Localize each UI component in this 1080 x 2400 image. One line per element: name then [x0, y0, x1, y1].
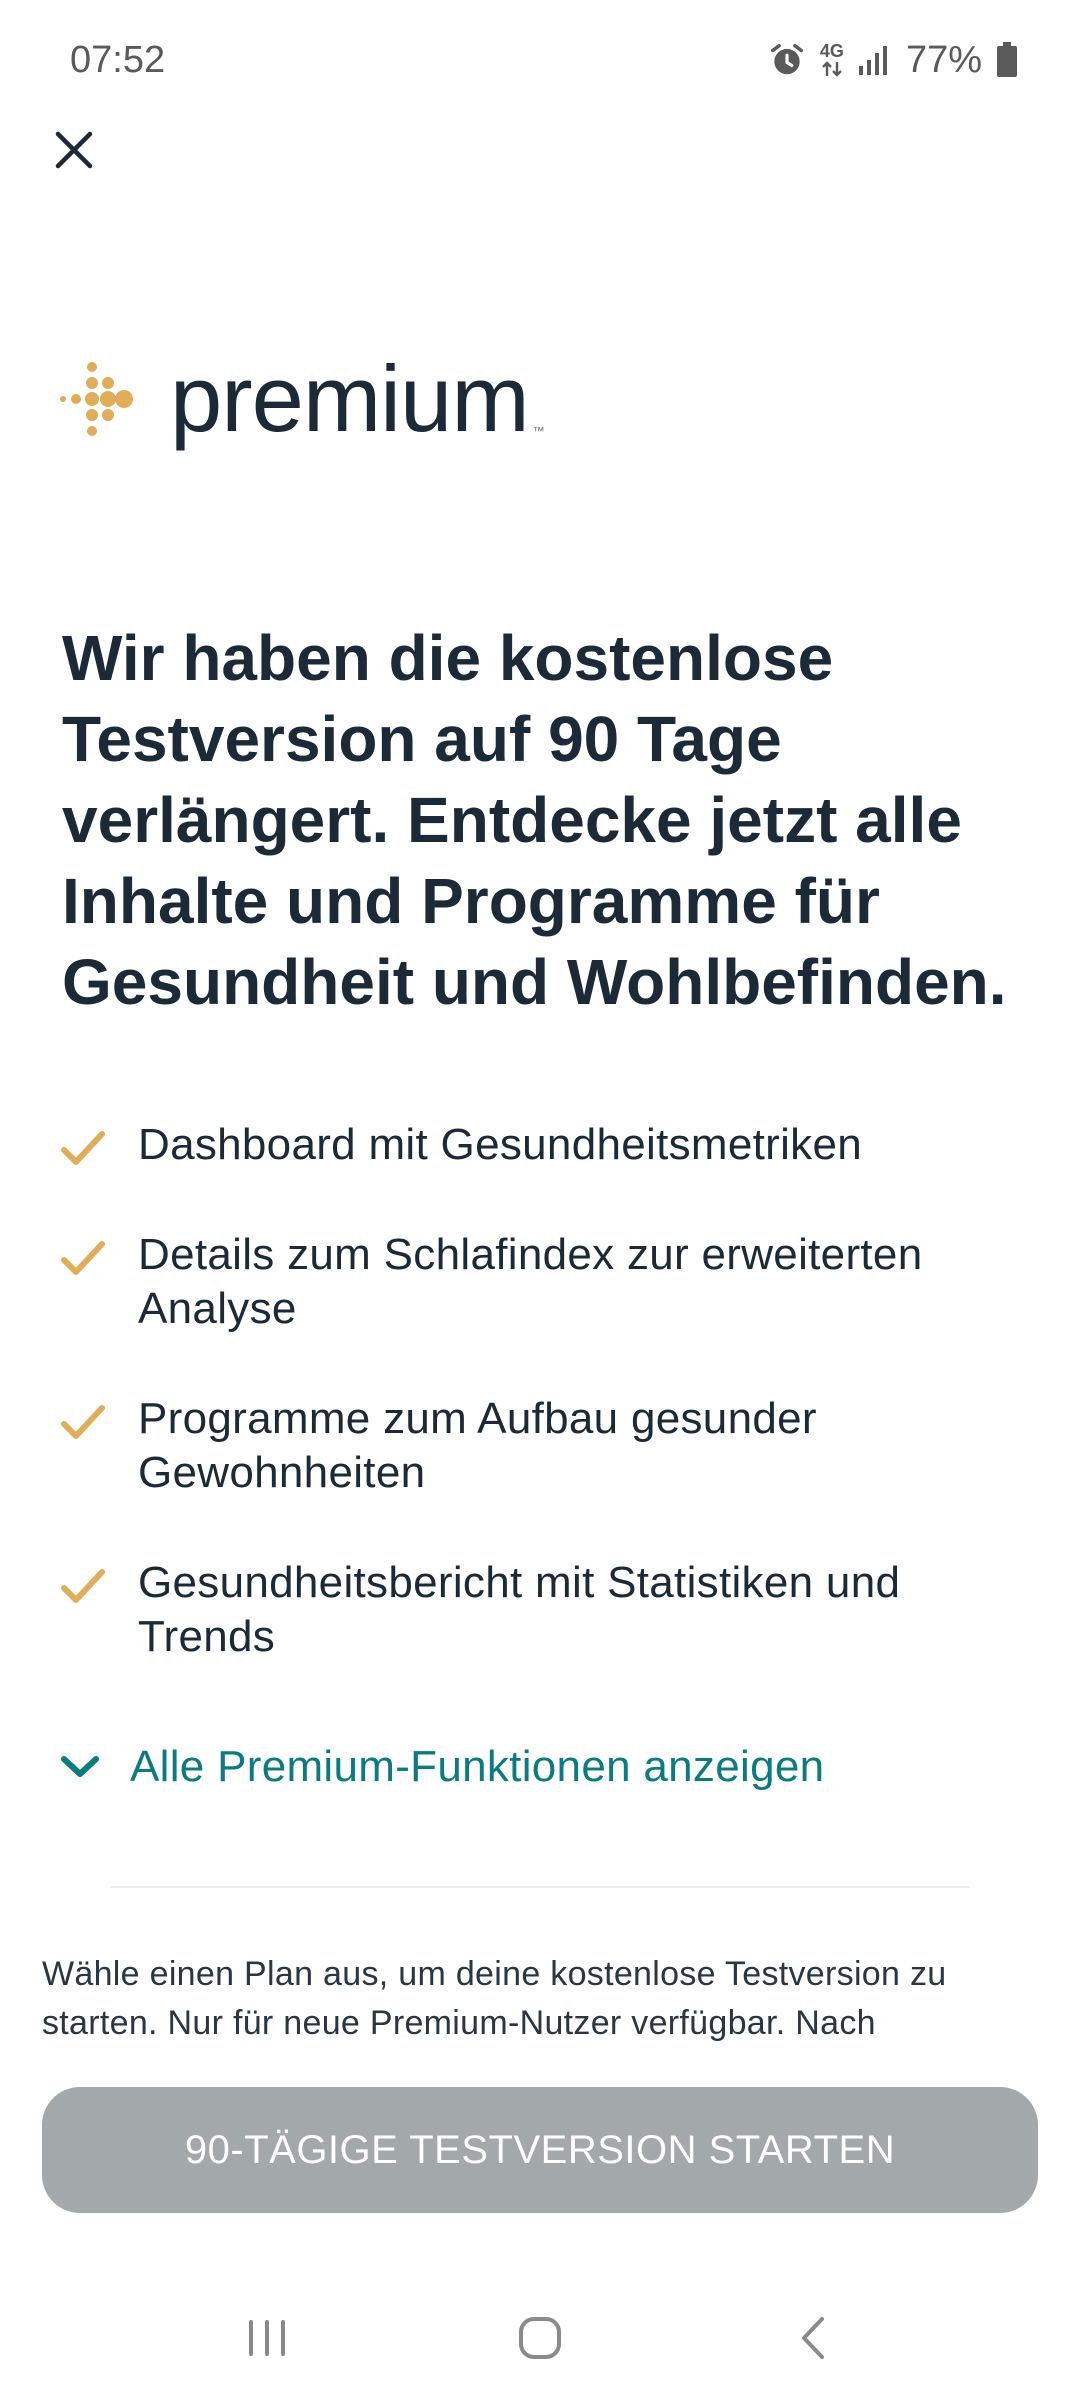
logo-wordmark: premium — [170, 346, 530, 451]
signal-icon — [858, 44, 892, 76]
start-trial-button[interactable]: 90-TÄGIGE TESTVERSION STARTEN — [42, 2087, 1038, 2213]
battery-percent: 77% — [905, 38, 982, 81]
close-button[interactable] — [44, 120, 104, 180]
check-icon — [61, 1241, 105, 1275]
feature-text: Details zum Schlafindex zur erweiterten … — [138, 1230, 923, 1333]
system-nav-bar — [0, 2276, 1080, 2400]
status-time: 07:52 — [70, 38, 166, 81]
recent-apps-button[interactable] — [222, 2293, 312, 2383]
close-icon — [55, 131, 93, 169]
home-button[interactable] — [495, 2293, 585, 2383]
feature-list: Dashboard mit Gesundheitsmetriken Detail… — [60, 1118, 1020, 1720]
home-icon — [518, 2317, 561, 2359]
status-icons: 4G 77% — [768, 39, 1018, 82]
premium-logo: premium ™ — [60, 352, 545, 446]
check-icon — [61, 1569, 105, 1603]
feature-item: Details zum Schlafindex zur erweiterten … — [60, 1228, 1020, 1336]
check-icon — [61, 1131, 105, 1165]
feature-item: Gesundheitsbericht mit Statistiken und T… — [60, 1556, 1020, 1664]
status-bar: 07:52 4G 77% — [0, 0, 1080, 120]
feature-item: Programme zum Aufbau gesunder Gewohnheit… — [60, 1392, 1020, 1500]
alarm-icon — [768, 41, 806, 79]
back-button[interactable] — [768, 2293, 858, 2383]
feature-text: Gesundheitsbericht mit Statistiken und T… — [138, 1558, 901, 1661]
headline: Wir haben die kostenlose Testversion auf… — [62, 622, 1007, 1018]
feature-text: Dashboard mit Gesundheitsmetriken — [138, 1120, 863, 1169]
premium-trial-screen: 07:52 4G 77% premium ™ Wir haben die kos… — [0, 0, 1080, 2400]
show-all-label: Alle Premium-Funktionen anzeigen — [130, 1742, 825, 1791]
back-icon — [802, 2317, 825, 2359]
disclaimer-text: Wähle einen Plan aus, um deine kostenlos… — [42, 1955, 947, 2042]
check-icon — [61, 1405, 105, 1439]
battery-icon — [996, 42, 1018, 78]
feature-item: Dashboard mit Gesundheitsmetriken — [60, 1118, 1020, 1172]
fitbit-dots-icon — [60, 362, 133, 436]
show-all-features-link[interactable]: Alle Premium-Funktionen anzeigen — [60, 1742, 824, 1792]
network-4g-icon: 4G — [820, 42, 844, 78]
divider — [110, 1886, 970, 1888]
recent-apps-icon — [248, 2320, 285, 2356]
logo-trademark: ™ — [532, 424, 545, 438]
chevron-down-icon — [61, 1756, 99, 1777]
feature-text: Programme zum Aufbau gesunder Gewohnheit… — [138, 1394, 817, 1497]
